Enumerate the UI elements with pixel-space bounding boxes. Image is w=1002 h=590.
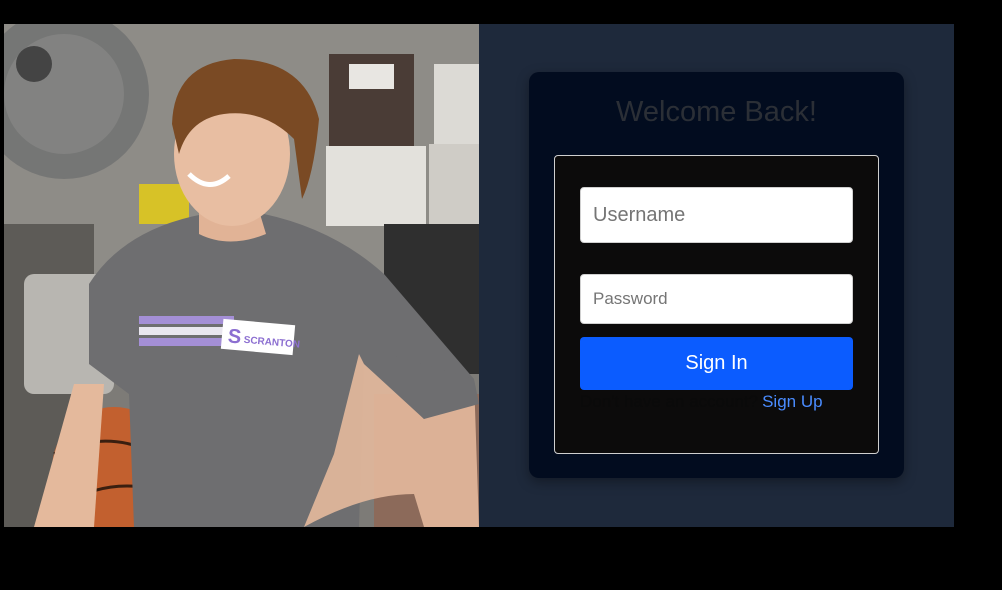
login-card: Welcome Back! Sign In Don't have an acco… [529,72,904,478]
password-input[interactable] [580,274,853,324]
welcome-title: Welcome Back! [616,96,817,128]
username-input[interactable] [580,187,853,243]
app-viewport: S SCRANTON Welcome Back! Sign In Don't h… [4,24,954,527]
shirt-initial: S [227,325,242,348]
sign-in-button[interactable]: Sign In [580,337,853,390]
sign-up-link[interactable]: Sign Up [762,392,822,411]
login-panel: Welcome Back! Sign In Don't have an acco… [479,24,954,527]
hero-photo: S SCRANTON [4,24,479,527]
login-form: Sign In Don't have an account?Sign Up [554,155,879,454]
signup-prompt: Don't have an account? [580,392,759,411]
hero-photo-illustration: S SCRANTON [4,24,479,527]
signup-row: Don't have an account? Sign Up [580,392,870,412]
